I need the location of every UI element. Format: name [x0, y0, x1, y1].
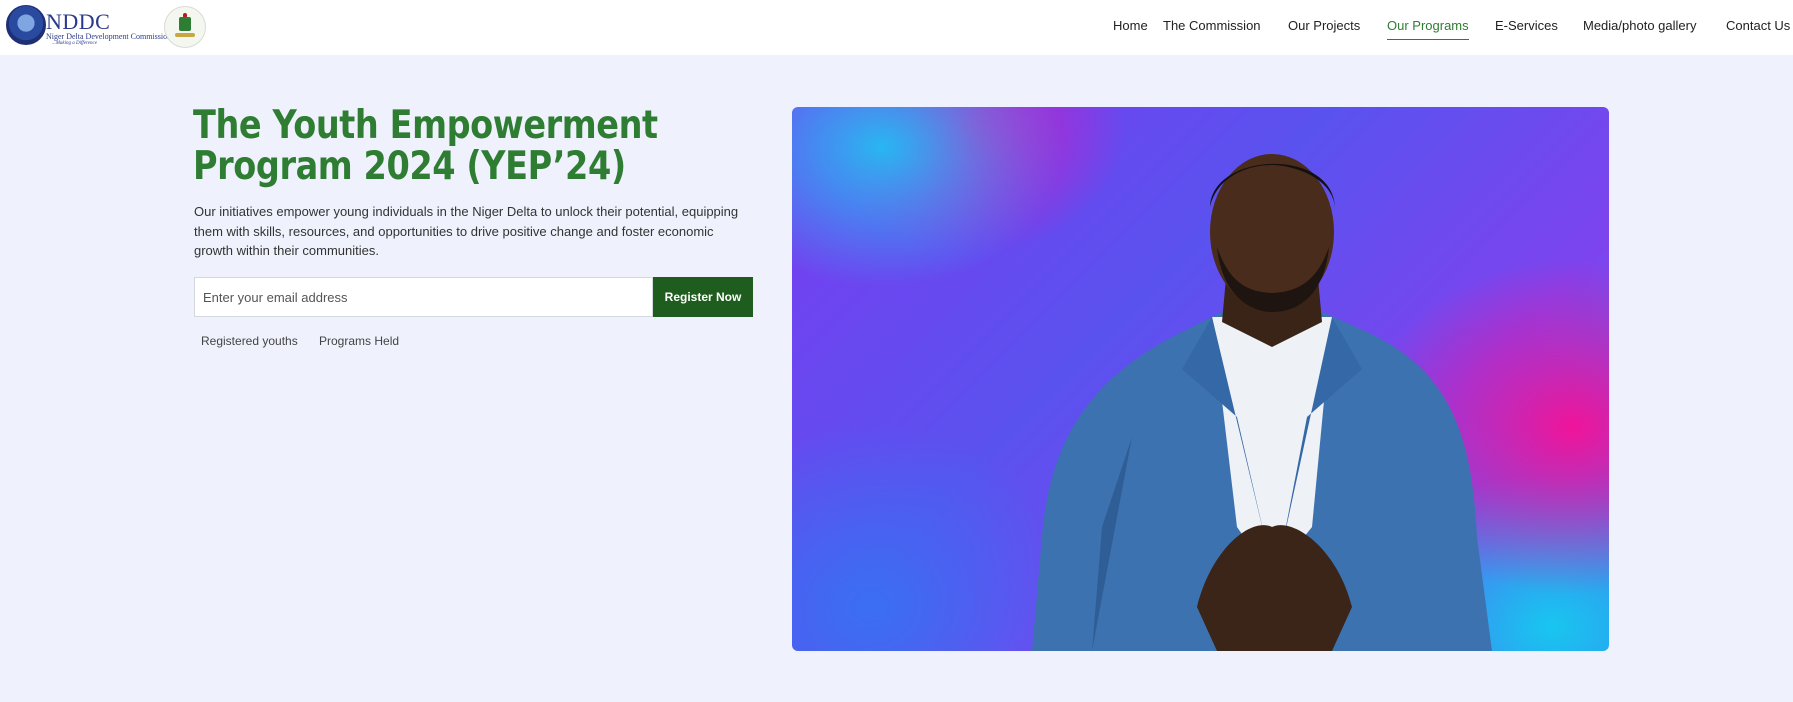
nav-home[interactable]: Home — [1113, 18, 1148, 33]
nav-our-programs-label: Our Programs — [1387, 18, 1469, 33]
hero-title: The Youth Empowerment Program 2024 (YEP’… — [193, 103, 658, 189]
stat-registered-youths: Registered youths — [201, 334, 298, 348]
signup-form: Register Now — [194, 277, 754, 317]
nav-contact-us[interactable]: Contact Us — [1726, 18, 1790, 33]
nav-the-commission[interactable]: The Commission — [1163, 18, 1261, 33]
hero-description: Our initiatives empower young individual… — [194, 204, 739, 258]
hero-image — [792, 107, 1609, 651]
nav-our-programs[interactable]: Our Programs — [1387, 18, 1469, 40]
active-nav-underline — [1387, 39, 1469, 40]
top-bar: NDDC Niger Delta Development Commission … — [0, 0, 1793, 55]
nav-our-projects[interactable]: Our Projects — [1288, 18, 1360, 33]
register-now-button[interactable]: Register Now — [653, 277, 753, 317]
main-nav: Home The Commission Our Projects Our Pro… — [0, 18, 1793, 42]
email-input[interactable] — [194, 277, 653, 317]
nav-e-services[interactable]: E-Services — [1495, 18, 1558, 33]
stat-programs-held: Programs Held — [319, 334, 400, 348]
nav-media-gallery[interactable]: Media/photo gallery — [1583, 18, 1696, 33]
young-man-in-blue-suit-image — [1032, 154, 1492, 651]
